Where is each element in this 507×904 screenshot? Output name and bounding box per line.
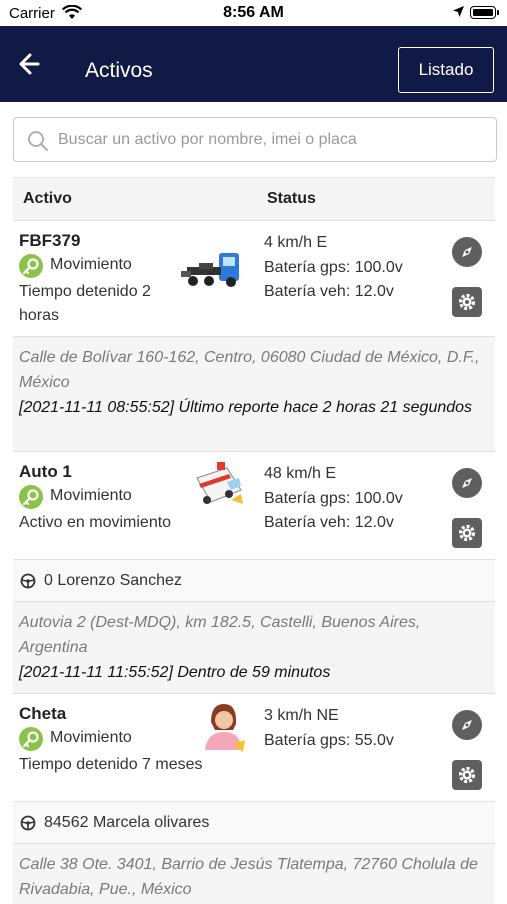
person-icon — [199, 700, 249, 754]
clock: 8:56 AM — [223, 4, 284, 21]
steering-wheel-icon — [20, 815, 36, 836]
driver-name: 0 Lorenzo Sanchez — [44, 572, 182, 589]
compass-button[interactable] — [452, 710, 482, 740]
driver-name: 84562 Marcela olivares — [44, 814, 210, 831]
asset-name: Cheta — [19, 704, 67, 723]
status-bar: Carrier 8:56 AM — [0, 0, 507, 26]
compass-button[interactable] — [452, 237, 482, 267]
asset-state: Movimiento — [50, 487, 132, 504]
settings-button[interactable] — [452, 760, 482, 790]
steering-wheel-icon — [20, 573, 36, 594]
driver-row: 0 Lorenzo Sanchez — [13, 560, 495, 602]
location-arrow-icon — [452, 5, 465, 23]
listado-button[interactable]: Listado — [398, 47, 494, 93]
gps-battery: Batería gps: 100.0v — [264, 259, 403, 276]
asset-address-block: Calle de Bolívar 160-162, Centro, 06080 … — [13, 337, 495, 452]
compass-icon — [462, 478, 472, 488]
asset-state: Movimiento — [50, 729, 132, 746]
asset-speed: 3 km/h NE — [264, 707, 339, 724]
asset-address: Calle 38 Ote. 3401, Barrio de Jesús Tlat… — [19, 856, 478, 898]
key-icon — [19, 485, 43, 509]
settings-button[interactable] — [452, 518, 482, 548]
asset-substatus: Tiempo detenido 7 meses — [19, 756, 203, 773]
asset-address: Calle de Bolívar 160-162, Centro, 06080 … — [19, 349, 480, 391]
battery-tip — [497, 10, 499, 15]
compass-icon — [462, 720, 472, 730]
asset-row-fbf379[interactable]: FBF379 Movimiento Tiempo detenido 2 hora… — [13, 221, 495, 337]
app-header: Activos Listado — [0, 26, 507, 102]
asset-substatus: Tiempo detenido 2 horas — [19, 283, 151, 324]
asset-address-block: Autovia 2 (Dest-MDQ), km 182.5, Castelli… — [13, 602, 495, 694]
asset-address: Autovia 2 (Dest-MDQ), km 182.5, Castelli… — [19, 614, 421, 656]
asset-state: Movimiento — [50, 256, 132, 273]
search-box — [13, 117, 497, 162]
back-button[interactable] — [14, 48, 50, 80]
asset-row-auto-1[interactable]: Auto 1 Movimiento Activo en movimiento 4… — [13, 452, 495, 560]
page-title: Activos — [85, 59, 153, 82]
gps-battery: Batería gps: 100.0v — [264, 490, 403, 507]
search-icon — [27, 130, 49, 157]
column-header-status: Status — [267, 190, 316, 207]
search-input[interactable] — [58, 118, 488, 161]
ambulance-icon — [191, 460, 247, 512]
vehicle-battery: Batería veh: 12.0v — [264, 283, 394, 300]
compass-icon — [462, 247, 472, 257]
gear-icon — [458, 524, 476, 542]
compass-button[interactable] — [452, 468, 482, 498]
key-icon — [19, 254, 43, 278]
asset-speed: 48 km/h E — [264, 465, 337, 482]
asset-row-cheta[interactable]: Cheta Movimiento Tiempo detenido 7 meses… — [13, 694, 495, 802]
battery-icon — [470, 6, 496, 19]
settings-button[interactable] — [452, 287, 482, 317]
gear-icon — [458, 766, 476, 784]
back-arrow-icon — [19, 53, 40, 75]
column-header-asset: Activo — [23, 190, 72, 207]
last-report: [2021-11-11 08:55:52] Último reporte hac… — [19, 399, 473, 416]
gear-icon — [458, 293, 476, 311]
table-header: Activo Status — [13, 177, 495, 221]
asset-address-block: Calle 38 Ote. 3401, Barrio de Jesús Tlat… — [13, 844, 495, 904]
key-icon — [19, 727, 43, 751]
asset-name: FBF379 — [19, 231, 81, 250]
driver-row: 84562 Marcela olivares — [13, 802, 495, 844]
gps-battery: Batería gps: 55.0v — [264, 732, 394, 749]
tow-truck-icon — [179, 241, 245, 297]
asset-name: Auto 1 — [19, 462, 72, 481]
asset-speed: 4 km/h E — [264, 234, 328, 251]
last-report: [2021-11-11 11:55:52] Dentro de 59 minut… — [19, 664, 331, 681]
vehicle-battery: Batería veh: 12.0v — [264, 514, 394, 531]
asset-substatus: Activo en movimiento — [19, 514, 172, 531]
